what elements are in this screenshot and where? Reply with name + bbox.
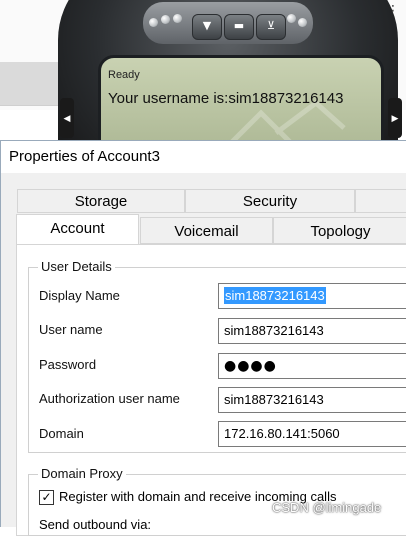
- user-details-label: User Details: [38, 259, 115, 274]
- display-name-value: sim18873216143: [224, 287, 326, 304]
- minimize-icon[interactable]: ▬: [224, 14, 254, 40]
- display-name-field[interactable]: sim18873216143: [218, 283, 406, 309]
- softphone: ▼ ▬ ⊻ Ready Your username is:sim18873216…: [58, 0, 402, 190]
- password-label: Password: [39, 357, 97, 372]
- outbound-label: Send outbound via:: [39, 517, 152, 532]
- chevron-down-icon[interactable]: ▼: [192, 14, 222, 40]
- display-name-label: Display Name: [39, 288, 120, 303]
- phone-message: Your username is:sim18873216143: [108, 90, 344, 107]
- user-name-label: User name: [39, 322, 103, 337]
- domain-proxy-label: Domain Proxy: [38, 466, 126, 481]
- password-field[interactable]: ●●●●: [218, 353, 406, 379]
- register-checkbox[interactable]: ✓: [39, 490, 54, 505]
- dot-icon: [149, 18, 158, 27]
- auth-user-name-field[interactable]: sim18873216143: [218, 387, 406, 413]
- phone-display: Ready Your username is:sim18873216143: [98, 55, 384, 151]
- dot-icon: [287, 14, 296, 23]
- left-arrow-icon[interactable]: ◀: [60, 98, 74, 138]
- phone-top-panel: ▼ ▬ ⊻: [143, 2, 313, 44]
- domain-label: Domain: [39, 426, 84, 441]
- dot-icon: [161, 15, 170, 24]
- right-arrow-icon[interactable]: ▶: [388, 98, 402, 138]
- tab-voicemail[interactable]: Voicemail: [140, 217, 273, 244]
- auth-user-name-label: Authorization user name: [39, 391, 180, 406]
- phone-status: Ready: [108, 69, 140, 81]
- watermark: CSDN @limingade: [272, 500, 382, 515]
- tab-topology[interactable]: Topology: [273, 217, 406, 244]
- dot-icon: [298, 18, 307, 27]
- dialog-title: Properties of Account3: [1, 141, 406, 173]
- tab-storage[interactable]: Storage: [17, 189, 185, 213]
- dot-icon: [173, 14, 182, 23]
- user-name-field[interactable]: sim18873216143: [218, 318, 406, 344]
- tab-account[interactable]: Account: [16, 214, 139, 244]
- domain-field[interactable]: 172.16.80.141:5060: [218, 421, 406, 447]
- tab-overflow[interactable]: [355, 189, 406, 213]
- tab-security[interactable]: Security: [185, 189, 355, 213]
- collapse-icon[interactable]: ⊻: [256, 14, 286, 40]
